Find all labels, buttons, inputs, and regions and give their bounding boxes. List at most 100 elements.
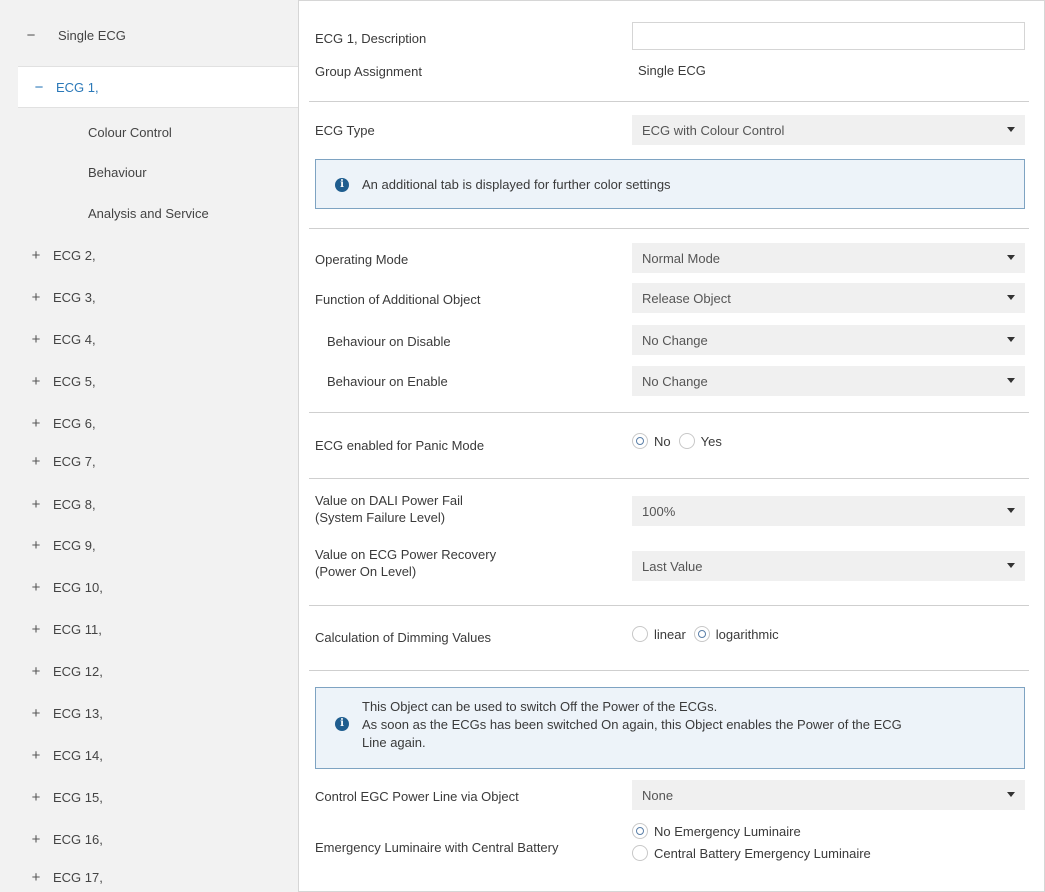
- tree-item-single-ecg[interactable]: − Single ECG: [0, 20, 298, 50]
- tree-item-ecg[interactable]: + ECG 11,: [0, 614, 298, 644]
- label-line: Value on DALI Power Fail: [315, 493, 463, 508]
- tree-item-ecg[interactable]: + ECG 6,: [0, 408, 298, 438]
- info-box-power-line: i This Object can be used to switch Off …: [315, 687, 1025, 769]
- ecg-type-select[interactable]: ECG with Colour Control: [632, 115, 1025, 145]
- tree-item-label: Colour Control: [88, 124, 172, 140]
- info-icon: i: [335, 178, 349, 192]
- expand-icon[interactable]: +: [27, 496, 45, 513]
- behaviour-enable-select[interactable]: No Change: [632, 366, 1025, 396]
- expand-icon[interactable]: +: [27, 415, 45, 432]
- radio-selected-icon[interactable]: [632, 823, 648, 839]
- radio-label: Central Battery Emergency Luminaire: [654, 845, 871, 861]
- radio-linear[interactable]: linear: [632, 626, 686, 642]
- info-line: Line again.: [362, 735, 426, 750]
- tree-item-colour-control[interactable]: Colour Control: [0, 117, 298, 147]
- select-value: 100%: [642, 503, 676, 519]
- chevron-down-icon: [1007, 378, 1015, 383]
- radio-selected-icon[interactable]: [693, 626, 710, 642]
- tree-item-ecg-1[interactable]: − ECG 1,: [18, 66, 298, 108]
- tree-item-ecg[interactable]: + ECG 17,: [0, 862, 298, 892]
- info-line: As soon as the ECGs has been switched On…: [362, 717, 902, 732]
- radio-panic-no[interactable]: No: [632, 433, 671, 449]
- behaviour-disable-select[interactable]: No Change: [632, 325, 1025, 355]
- expand-icon[interactable]: +: [27, 831, 45, 848]
- chevron-down-icon: [1007, 255, 1015, 260]
- chevron-down-icon: [1007, 127, 1015, 132]
- tree-item-analysis-and-service[interactable]: Analysis and Service: [0, 198, 298, 228]
- expand-icon[interactable]: +: [27, 579, 45, 596]
- description-label: ECG 1, Description: [315, 31, 427, 46]
- expand-icon[interactable]: +: [27, 789, 45, 806]
- radio-logarithmic[interactable]: logarithmic: [693, 626, 779, 642]
- description-input[interactable]: [632, 22, 1025, 50]
- info-icon: i: [335, 717, 349, 731]
- tree-item-ecg[interactable]: + ECG 16,: [0, 824, 298, 854]
- expand-icon[interactable]: +: [27, 621, 45, 638]
- tree-item-ecg[interactable]: + ECG 5,: [0, 366, 298, 396]
- tree-item-ecg[interactable]: + ECG 13,: [0, 698, 298, 728]
- divider: [309, 412, 1029, 413]
- radio-unselected-icon[interactable]: [632, 845, 648, 861]
- divider: [309, 605, 1029, 606]
- additional-object-select[interactable]: Release Object: [632, 283, 1025, 313]
- dali-fail-select[interactable]: 100%: [632, 496, 1025, 526]
- emergency-label: Emergency Luminaire with Central Battery: [315, 840, 559, 855]
- info-line: This Object can be used to switch Off th…: [362, 699, 718, 714]
- tree-item-label: ECG 3,: [53, 289, 96, 305]
- tree-item-label: ECG 12,: [53, 663, 103, 679]
- tree-item-ecg[interactable]: + ECG 8,: [0, 489, 298, 519]
- tree-item-label: ECG 7,: [53, 453, 96, 469]
- chevron-down-icon: [1007, 337, 1015, 342]
- tree-item-ecg[interactable]: + ECG 4,: [0, 324, 298, 354]
- radio-label: No: [654, 433, 671, 449]
- tree-item-ecg[interactable]: + ECG 3,: [0, 282, 298, 312]
- tree-item-label: ECG 8,: [53, 496, 96, 512]
- tree-item-label: ECG 14,: [53, 747, 103, 763]
- additional-object-label: Function of Additional Object: [315, 292, 481, 307]
- radio-central-battery[interactable]: Central Battery Emergency Luminaire: [632, 842, 871, 864]
- radio-selected-icon[interactable]: [632, 433, 648, 449]
- collapse-icon[interactable]: −: [30, 79, 48, 96]
- radio-unselected-icon[interactable]: [632, 626, 648, 642]
- tree-item-ecg[interactable]: + ECG 9,: [0, 530, 298, 560]
- expand-icon[interactable]: +: [27, 331, 45, 348]
- tree-item-ecg[interactable]: + ECG 12,: [0, 656, 298, 686]
- tree-item-label: ECG 13,: [53, 705, 103, 721]
- operating-mode-select[interactable]: Normal Mode: [632, 243, 1025, 273]
- tree-item-label: ECG 15,: [53, 789, 103, 805]
- expand-icon[interactable]: +: [27, 869, 45, 886]
- operating-mode-label: Operating Mode: [315, 252, 409, 267]
- power-recovery-select[interactable]: Last Value: [632, 551, 1025, 581]
- expand-icon[interactable]: +: [27, 705, 45, 722]
- radio-panic-yes[interactable]: Yes: [678, 433, 722, 449]
- tree-item-ecg[interactable]: + ECG 10,: [0, 572, 298, 602]
- expand-icon[interactable]: +: [27, 537, 45, 554]
- radio-unselected-icon[interactable]: [678, 433, 695, 449]
- panic-mode-label: ECG enabled for Panic Mode: [315, 438, 485, 453]
- tree-item-behaviour[interactable]: Behaviour: [0, 157, 298, 187]
- collapse-icon[interactable]: −: [22, 27, 40, 44]
- tree-item-ecg[interactable]: + ECG 7,: [0, 446, 298, 476]
- tree-item-label: Single ECG: [58, 27, 126, 43]
- emergency-radio-group: No Emergency Luminaire Central Battery E…: [632, 820, 871, 864]
- divider: [309, 478, 1029, 479]
- expand-icon[interactable]: +: [27, 663, 45, 680]
- expand-icon[interactable]: +: [27, 747, 45, 764]
- tree-item-label: ECG 5,: [53, 373, 96, 389]
- expand-icon[interactable]: +: [27, 453, 45, 470]
- expand-icon[interactable]: +: [27, 373, 45, 390]
- power-recovery-label: Value on ECG Power Recovery (Power On Le…: [315, 546, 496, 580]
- tree-item-ecg[interactable]: + ECG 2,: [0, 240, 298, 270]
- info-box-color-tab: i An additional tab is displayed for fur…: [315, 159, 1025, 209]
- tree-item-ecg[interactable]: + ECG 14,: [0, 740, 298, 770]
- select-value: Normal Mode: [642, 250, 721, 266]
- power-line-label: Control EGC Power Line via Object: [315, 789, 519, 804]
- tree-item-ecg[interactable]: + ECG 15,: [0, 782, 298, 812]
- radio-no-emergency[interactable]: No Emergency Luminaire: [632, 820, 871, 842]
- dimming-radio-group: linear logarithmic: [632, 626, 787, 642]
- power-line-select[interactable]: None: [632, 780, 1025, 810]
- radio-label: Yes: [700, 433, 722, 449]
- panic-mode-radio-group: No Yes: [632, 433, 730, 449]
- expand-icon[interactable]: +: [27, 247, 45, 264]
- expand-icon[interactable]: +: [27, 289, 45, 306]
